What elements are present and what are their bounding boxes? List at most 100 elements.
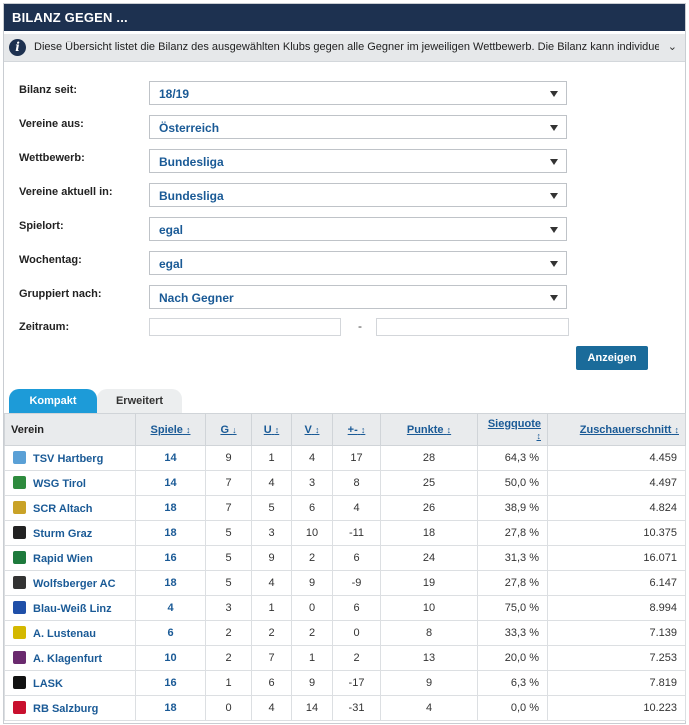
club-cell[interactable]: WSG Tirol — [4, 470, 136, 496]
u-cell: 4 — [251, 470, 292, 496]
club-name: Blau-Weiß Linz — [33, 603, 112, 615]
table-row: TSV Hartberg 14 9 1 4 17 28 64,3 % 4.459 — [4, 445, 686, 471]
club-crest-icon — [13, 576, 26, 589]
club-name: Wolfsberger AC — [33, 578, 116, 590]
header-diff[interactable]: +- ↕ — [332, 413, 381, 446]
filter-select-value: egal — [159, 257, 184, 271]
header-siegquote[interactable]: Siegquote ↕ — [477, 413, 548, 446]
club-cell[interactable]: A. Lustenau — [4, 620, 136, 646]
v-cell: 2 — [291, 620, 333, 646]
club-cell[interactable]: LASK — [4, 670, 136, 696]
club-name: LASK — [33, 678, 63, 690]
v-cell: 6 — [291, 495, 333, 521]
filter-select[interactable]: egal — [149, 251, 567, 275]
g-cell: 1 — [205, 670, 252, 696]
punkte-cell: 28 — [380, 445, 478, 471]
siegquote-cell: 20,0 % — [477, 645, 548, 671]
spiele-cell[interactable]: 14 — [135, 445, 206, 471]
tab-erweitert[interactable]: Erweitert — [97, 389, 182, 413]
punkte-cell: 13 — [380, 645, 478, 671]
header-diff-label: +- — [347, 423, 358, 436]
anzeigen-button[interactable]: Anzeigen — [576, 346, 648, 370]
filter-select[interactable]: egal — [149, 217, 567, 241]
punkte-cell: 18 — [380, 520, 478, 546]
header-punkte[interactable]: Punkte ↕ — [380, 413, 478, 446]
spiele-cell[interactable]: 16 — [135, 670, 206, 696]
filter-row: Wochentag: egal — [19, 251, 579, 277]
filter-select[interactable]: 18/19 — [149, 81, 567, 105]
info-bar[interactable]: i Diese Übersicht listet die Bilanz des … — [4, 34, 685, 62]
siegquote-cell: 6,3 % — [477, 670, 548, 696]
spiele-cell[interactable]: 10 — [135, 645, 206, 671]
chevron-down-icon — [550, 295, 558, 301]
chevron-down-icon — [550, 193, 558, 199]
spiele-cell[interactable]: 18 — [135, 495, 206, 521]
header-g[interactable]: G ↓ — [205, 413, 252, 446]
header-verein: Verein — [4, 413, 136, 446]
club-cell[interactable]: Sturm Graz — [4, 520, 136, 546]
diff-cell: 6 — [332, 545, 381, 571]
header-siegquote-label: Siegquote — [487, 417, 541, 430]
diff-cell: 0 — [332, 620, 381, 646]
tab-kompakt[interactable]: Kompakt — [9, 389, 97, 413]
club-cell[interactable]: RB Salzburg — [4, 695, 136, 721]
filter-label: Bilanz seit: — [19, 84, 78, 96]
header-g-label: G — [220, 423, 229, 436]
chevron-down-icon — [550, 91, 558, 97]
club-cell[interactable]: Blau-Weiß Linz — [4, 595, 136, 621]
header-spiele[interactable]: Spiele ↕ — [135, 413, 206, 446]
g-cell: 5 — [205, 545, 252, 571]
g-cell: 3 — [205, 595, 252, 621]
club-cell[interactable]: TSV Hartberg — [4, 445, 136, 471]
zeitraum-separator: - — [358, 319, 362, 333]
spiele-cell[interactable]: 18 — [135, 570, 206, 596]
filter-row: Gruppiert nach: Nach Gegner — [19, 285, 579, 311]
filter-select[interactable]: Österreich — [149, 115, 567, 139]
u-cell: 9 — [251, 545, 292, 571]
diff-cell: 8 — [332, 470, 381, 496]
zuschauer-cell: 6.147 — [547, 570, 686, 596]
club-crest-icon — [13, 676, 26, 689]
u-cell: 4 — [251, 570, 292, 596]
filter-select[interactable]: Bundesliga — [149, 149, 567, 173]
zuschauer-cell: 4.824 — [547, 495, 686, 521]
zeitraum-to-input[interactable] — [376, 318, 569, 336]
spiele-cell[interactable]: 16 — [135, 545, 206, 571]
club-name: Rapid Wien — [33, 553, 93, 565]
sort-icon: ↕ — [674, 424, 680, 435]
filter-row: Wettbewerb: Bundesliga — [19, 149, 579, 175]
punkte-cell: 4 — [380, 695, 478, 721]
header-zuschauer-label: Zuschauerschnitt — [579, 423, 672, 436]
club-cell[interactable]: Rapid Wien — [4, 545, 136, 571]
diff-cell: -17 — [332, 670, 381, 696]
spiele-cell[interactable]: 6 — [135, 620, 206, 646]
header-v[interactable]: V ↕ — [291, 413, 333, 446]
sort-icon: ↕ — [185, 424, 191, 435]
zeitraum-from-input[interactable] — [149, 318, 341, 336]
punkte-cell: 26 — [380, 495, 478, 521]
diff-cell: 2 — [332, 645, 381, 671]
g-cell: 9 — [205, 445, 252, 471]
club-cell[interactable]: A. Klagenfurt — [4, 645, 136, 671]
diff-cell: -31 — [332, 695, 381, 721]
table-row: SCR Altach 18 7 5 6 4 26 38,9 % 4.824 — [4, 495, 686, 521]
filter-label-zeitraum: Zeitraum: — [19, 321, 70, 333]
filter-select[interactable]: Bundesliga — [149, 183, 567, 207]
v-cell: 0 — [291, 595, 333, 621]
g-cell: 7 — [205, 495, 252, 521]
club-name: A. Lustenau — [33, 628, 96, 640]
spiele-cell[interactable]: 4 — [135, 595, 206, 621]
filter-select[interactable]: Nach Gegner — [149, 285, 567, 309]
header-u[interactable]: U ↕ — [251, 413, 292, 446]
table-row: WSG Tirol 14 7 4 3 8 25 50,0 % 4.497 — [4, 470, 686, 496]
table-row: Rapid Wien 16 5 9 2 6 24 31,3 % 16.071 — [4, 545, 686, 571]
spiele-cell[interactable]: 18 — [135, 520, 206, 546]
spiele-cell[interactable]: 18 — [135, 695, 206, 721]
club-cell[interactable]: SCR Altach — [4, 495, 136, 521]
spiele-cell[interactable]: 14 — [135, 470, 206, 496]
club-cell[interactable]: Wolfsberger AC — [4, 570, 136, 596]
chevron-down-icon[interactable]: ⌄ — [668, 40, 677, 53]
sort-down-icon: ↓ — [232, 424, 237, 435]
punkte-cell: 25 — [380, 470, 478, 496]
header-zuschauerschnitt[interactable]: Zuschauerschnitt ↕ — [547, 413, 686, 446]
